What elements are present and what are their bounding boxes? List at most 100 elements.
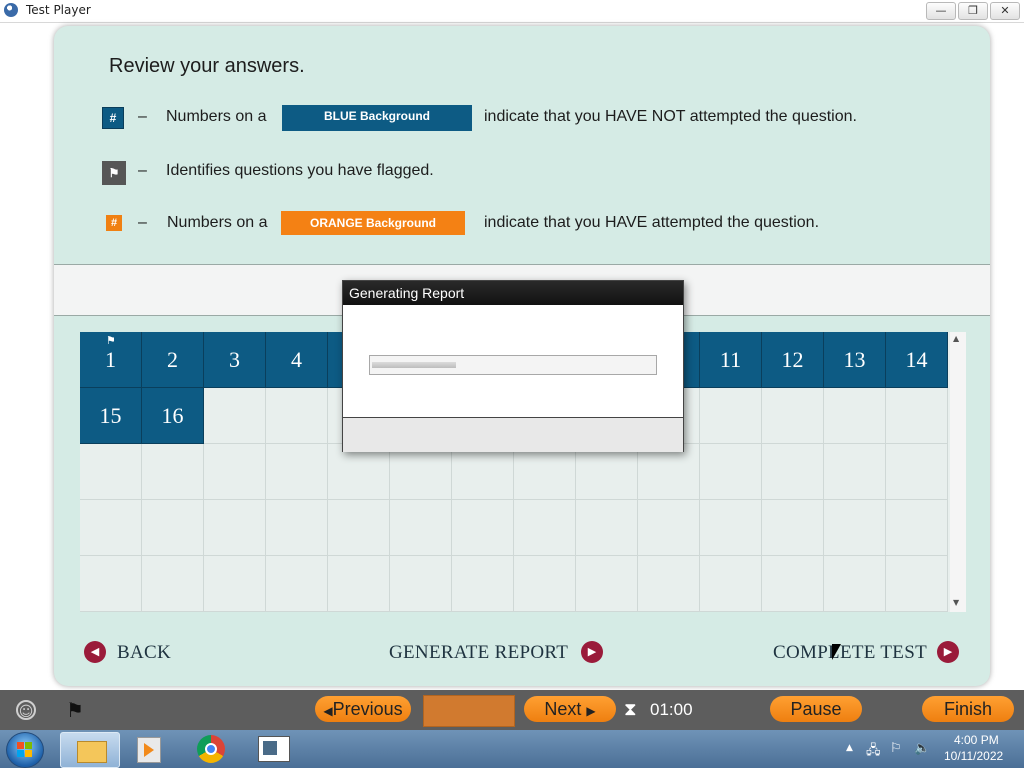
- question-cell-14[interactable]: 14: [886, 332, 948, 388]
- empty-grid-cell: [328, 500, 390, 556]
- complete-test-arrow-icon[interactable]: ▶: [937, 641, 959, 663]
- scroll-down-icon[interactable]: ▼: [953, 598, 959, 607]
- generate-report-arrow-icon[interactable]: ▶: [581, 641, 603, 663]
- tray-expand-icon[interactable]: ▲: [846, 743, 853, 753]
- empty-grid-cell: [638, 500, 700, 556]
- empty-grid-cell: [328, 556, 390, 612]
- chrome-icon[interactable]: [197, 735, 225, 763]
- empty-grid-cell: [204, 556, 266, 612]
- flag-alert-icon[interactable]: ⚐: [890, 741, 902, 756]
- pause-button[interactable]: Pause: [770, 696, 862, 722]
- empty-grid-cell: [266, 444, 328, 500]
- empty-grid-cell: [762, 388, 824, 444]
- question-cell-4[interactable]: 4: [266, 332, 328, 388]
- back-arrow-icon[interactable]: ◀: [84, 641, 106, 663]
- question-cell-3[interactable]: 3: [204, 332, 266, 388]
- timer: 01:00: [650, 700, 693, 719]
- dialog-footer: [343, 417, 683, 452]
- file-explorer-taskbar-button[interactable]: [60, 732, 120, 768]
- legend-orange-prefix: Numbers on a: [167, 214, 268, 231]
- empty-grid-cell: [80, 500, 142, 556]
- orange-legend-chip: #: [106, 215, 122, 231]
- next-arrow-icon: ▶: [586, 704, 596, 718]
- legend-dash: –: [138, 214, 147, 231]
- flag-legend-icon: ⚑: [102, 161, 126, 185]
- flag-icon[interactable]: ⚑: [66, 698, 84, 722]
- question-number-box: [423, 695, 515, 727]
- legend-blue-prefix: Numbers on a: [166, 108, 267, 125]
- empty-grid-cell: [204, 444, 266, 500]
- generate-report-button[interactable]: GENERATE REPORT: [389, 642, 568, 664]
- blue-legend-chip: #: [102, 107, 124, 129]
- empty-grid-cell: [514, 556, 576, 612]
- empty-grid-cell: [514, 444, 576, 500]
- previous-button[interactable]: ◀Previous: [315, 696, 411, 722]
- restore-button[interactable]: ❐: [958, 2, 988, 20]
- empty-grid-cell: [452, 500, 514, 556]
- empty-grid-cell: [452, 444, 514, 500]
- previous-arrow-icon: ◀: [323, 704, 333, 718]
- empty-grid-cell: [700, 444, 762, 500]
- mouse-cursor-icon: [832, 644, 841, 660]
- empty-grid-cell: [886, 556, 948, 612]
- windows-taskbar: ▲ 🖧 ⚐ 🔈 4:00 PM 10/11/2022: [0, 730, 1024, 768]
- empty-grid-cell: [762, 500, 824, 556]
- empty-grid-cell: [142, 444, 204, 500]
- empty-grid-cell: [824, 500, 886, 556]
- close-button[interactable]: ✕: [990, 2, 1020, 20]
- grid-scrollbar[interactable]: ▲ ▼: [950, 332, 966, 612]
- empty-grid-cell: [390, 500, 452, 556]
- volume-icon[interactable]: 🔈: [914, 741, 930, 756]
- window-titlebar: Test Player — ❐ ✕: [0, 0, 1024, 23]
- network-icon[interactable]: 🖧: [866, 741, 881, 763]
- empty-grid-cell: [142, 500, 204, 556]
- question-cell-1[interactable]: 1 ⚑: [80, 332, 142, 388]
- legend-dash: –: [138, 108, 147, 125]
- empty-grid-cell: [576, 444, 638, 500]
- empty-grid-cell: [700, 500, 762, 556]
- test-player-taskbar-icon[interactable]: [258, 736, 290, 762]
- finish-button[interactable]: Finish: [922, 696, 1014, 722]
- legend-blue-suffix: indicate that you HAVE NOT attempted the…: [484, 108, 857, 125]
- player-toolbar: ☺ ⚑ ◀Previous Next ▶ ⧗ 01:00 Pause Finis…: [0, 690, 1024, 730]
- question-cell-2[interactable]: 2: [142, 332, 204, 388]
- clock-time[interactable]: 4:00 PM: [954, 733, 999, 747]
- media-player-icon[interactable]: [137, 737, 161, 763]
- question-cell-16[interactable]: 16: [142, 388, 204, 444]
- legend-flag-text: Identifies questions you have flagged.: [166, 162, 434, 179]
- empty-grid-cell: [142, 556, 204, 612]
- empty-grid-cell: [762, 444, 824, 500]
- scroll-up-icon[interactable]: ▲: [953, 334, 959, 343]
- start-button[interactable]: [6, 732, 44, 768]
- next-button[interactable]: Next ▶: [524, 696, 616, 722]
- back-button[interactable]: BACK: [117, 642, 171, 664]
- dialog-title: Generating Report: [343, 281, 683, 305]
- empty-grid-cell: [80, 444, 142, 500]
- minimize-button[interactable]: —: [926, 2, 956, 20]
- complete-test-button[interactable]: COMPLETE TEST: [773, 642, 927, 664]
- empty-grid-cell: [576, 556, 638, 612]
- empty-grid-cell: [700, 556, 762, 612]
- question-cell-11[interactable]: 11: [700, 332, 762, 388]
- question-cell-15[interactable]: 15: [80, 388, 142, 444]
- empty-grid-cell: [204, 500, 266, 556]
- empty-grid-cell: [700, 388, 762, 444]
- question-cell-13[interactable]: 13: [824, 332, 886, 388]
- empty-grid-cell: [266, 500, 328, 556]
- question-cell-12[interactable]: 12: [762, 332, 824, 388]
- empty-grid-cell: [390, 444, 452, 500]
- generating-report-dialog: Generating Report: [342, 280, 684, 452]
- empty-grid-cell: [328, 444, 390, 500]
- progress-fill: [372, 362, 456, 368]
- clock-date[interactable]: 10/11/2022: [944, 749, 1003, 763]
- empty-grid-cell: [576, 500, 638, 556]
- accessibility-icon[interactable]: ☺: [16, 700, 36, 720]
- empty-grid-cell: [824, 444, 886, 500]
- progress-bar: [369, 355, 657, 375]
- empty-grid-cell: [266, 388, 328, 444]
- app-icon: [4, 3, 18, 17]
- empty-grid-cell: [204, 388, 266, 444]
- page-title: Review your answers.: [109, 55, 305, 77]
- window-title: Test Player: [26, 3, 91, 17]
- empty-grid-cell: [452, 556, 514, 612]
